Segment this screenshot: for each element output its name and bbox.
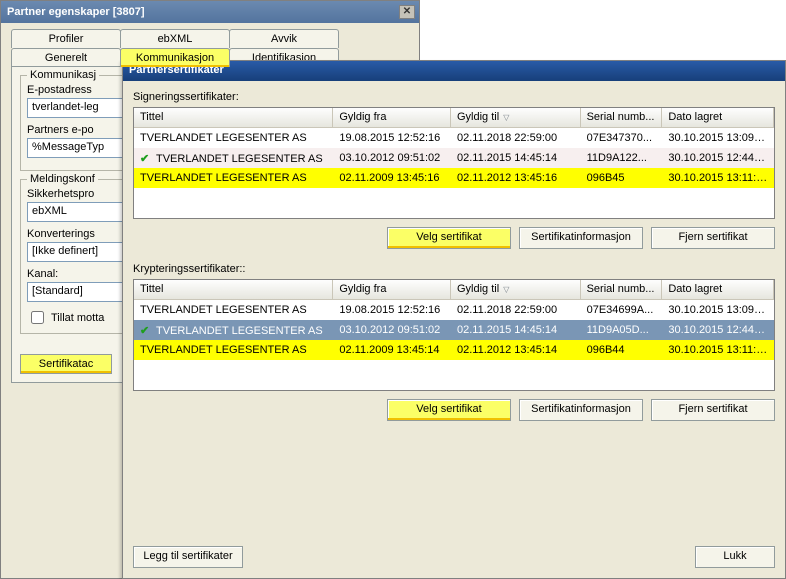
sort-indicator-icon: ▽ bbox=[503, 285, 509, 294]
parent-titlebar: Partner egenskaper [3807] ✕ bbox=[1, 1, 419, 23]
sertifikat-info-button-sign[interactable]: Sertifikatinformasjon bbox=[519, 227, 643, 249]
cert-footer: Legg til sertifikater Lukk bbox=[133, 546, 775, 568]
sertifikat-info-button-enc[interactable]: Sertifikatinformasjon bbox=[519, 399, 643, 421]
encrypt-button-row: Velg sertifikat Sertifikatinformasjon Fj… bbox=[133, 399, 775, 421]
tillat-label: Tillat motta bbox=[51, 312, 104, 324]
cert-dialog: Partnersertifikater Signeringssertifikat… bbox=[122, 60, 786, 579]
signing-listview[interactable]: Tittel Gyldig fra Gyldig til▽ Serial num… bbox=[133, 107, 775, 219]
col-serial[interactable]: Serial numb... bbox=[581, 280, 663, 299]
legg-til-sertifikater-button[interactable]: Legg til sertifikater bbox=[133, 546, 243, 568]
velg-sertifikat-button-enc[interactable]: Velg sertifikat bbox=[387, 399, 511, 421]
check-icon: ✔ bbox=[140, 324, 152, 337]
cell-tittel: TVERLANDET LEGESENTER AS bbox=[140, 132, 307, 144]
lukk-button[interactable]: Lukk bbox=[695, 546, 775, 568]
cell-serial: 096B45 bbox=[581, 170, 663, 186]
cell-serial: 096B44 bbox=[581, 342, 663, 358]
cell-dato: 30.10.2015 13:09:43 bbox=[662, 130, 774, 146]
cell-tittel: TVERLANDET LEGESENTER AS bbox=[156, 153, 323, 165]
cell-gyldig-til: 02.11.2012 13:45:14 bbox=[451, 342, 581, 358]
fjern-sertifikat-button-sign[interactable]: Fjern sertifikat bbox=[651, 227, 775, 249]
col-gyldig-fra[interactable]: Gyldig fra bbox=[333, 280, 451, 299]
col-gyldig-til[interactable]: Gyldig til▽ bbox=[451, 280, 581, 299]
cell-gyldig-fra: 03.10.2012 09:51:02 bbox=[333, 150, 451, 166]
cell-gyldig-til: 02.11.2018 22:59:00 bbox=[451, 302, 581, 318]
col-gyldig-til[interactable]: Gyldig til▽ bbox=[451, 108, 581, 127]
cell-gyldig-til: 02.11.2015 14:45:14 bbox=[451, 150, 581, 166]
col-gyldig-fra[interactable]: Gyldig fra bbox=[333, 108, 451, 127]
table-row[interactable]: TVERLANDET LEGESENTER AS 02.11.2009 13:45… bbox=[134, 340, 774, 360]
table-row[interactable]: TVERLANDET LEGESENTER AS 19.08.2015 12:52… bbox=[134, 128, 774, 148]
group-kommunikasjon-title: Kommunikasj bbox=[27, 69, 99, 81]
col-tittel[interactable]: Tittel bbox=[134, 280, 333, 299]
tab-row-1: Profiler ebXML Avvik bbox=[11, 29, 419, 48]
group-meldingskonf-title: Meldingskonf bbox=[27, 173, 98, 185]
tab-ebxml[interactable]: ebXML bbox=[120, 29, 230, 48]
cell-gyldig-fra: 19.08.2015 12:52:16 bbox=[333, 130, 451, 146]
tab-generelt[interactable]: Generelt bbox=[11, 48, 121, 67]
sort-indicator-icon: ▽ bbox=[503, 113, 509, 122]
cell-tittel: TVERLANDET LEGESENTER AS bbox=[140, 172, 307, 184]
cell-gyldig-fra: 03.10.2012 09:51:02 bbox=[333, 322, 451, 338]
table-row[interactable]: TVERLANDET LEGESENTER AS 19.08.2015 12:52… bbox=[134, 300, 774, 320]
signing-cert-label: Signeringssertifikater: bbox=[133, 91, 775, 103]
col-dato[interactable]: Dato lagret bbox=[662, 108, 774, 127]
encrypt-cert-label: Krypteringssertifikater:: bbox=[133, 263, 775, 275]
check-icon: ✔ bbox=[140, 152, 152, 165]
cell-serial: 11D9A122... bbox=[581, 150, 663, 166]
velg-sertifikat-button-sign[interactable]: Velg sertifikat bbox=[387, 227, 511, 249]
cell-gyldig-til: 02.11.2015 14:45:14 bbox=[451, 322, 581, 338]
table-row[interactable]: TVERLANDET LEGESENTER AS 02.11.2009 13:45… bbox=[134, 168, 774, 188]
sertifikat-button[interactable]: Sertifikatac bbox=[20, 354, 112, 374]
cell-tittel: TVERLANDET LEGESENTER AS bbox=[140, 304, 307, 316]
cell-serial: 07E34699A... bbox=[581, 302, 663, 318]
signing-button-row: Velg sertifikat Sertifikatinformasjon Fj… bbox=[133, 227, 775, 249]
table-row[interactable]: ✔ TVERLANDET LEGESENTER AS 03.10.2012 09:5… bbox=[134, 320, 774, 340]
col-tittel[interactable]: Tittel bbox=[134, 108, 333, 127]
cell-tittel: TVERLANDET LEGESENTER AS bbox=[140, 344, 307, 356]
cell-dato: 30.10.2015 13:11:08 bbox=[662, 170, 774, 186]
cell-gyldig-fra: 02.11.2009 13:45:16 bbox=[333, 170, 451, 186]
fjern-sertifikat-button-enc[interactable]: Fjern sertifikat bbox=[651, 399, 775, 421]
cell-serial: 11D9A05D... bbox=[581, 322, 663, 338]
encrypt-listview-header: Tittel Gyldig fra Gyldig til▽ Serial num… bbox=[134, 280, 774, 300]
col-dato[interactable]: Dato lagret bbox=[662, 280, 774, 299]
cell-serial: 07E347370... bbox=[581, 130, 663, 146]
cell-gyldig-til: 02.11.2012 13:45:16 bbox=[451, 170, 581, 186]
cell-dato: 30.10.2015 12:44:39 bbox=[662, 322, 774, 338]
close-icon[interactable]: ✕ bbox=[399, 5, 415, 19]
tillat-checkbox[interactable] bbox=[31, 311, 44, 324]
tab-avvik[interactable]: Avvik bbox=[229, 29, 339, 48]
col-serial[interactable]: Serial numb... bbox=[581, 108, 663, 127]
cell-dato: 30.10.2015 13:11:08 bbox=[662, 342, 774, 358]
tab-profiler[interactable]: Profiler bbox=[11, 29, 121, 48]
parent-title: Partner egenskaper [3807] bbox=[7, 6, 145, 18]
encrypt-listview[interactable]: Tittel Gyldig fra Gyldig til▽ Serial num… bbox=[133, 279, 775, 391]
cell-tittel: TVERLANDET LEGESENTER AS bbox=[156, 325, 323, 337]
cell-dato: 30.10.2015 13:09:43 bbox=[662, 302, 774, 318]
tab-kommunikasjon[interactable]: Kommunikasjon bbox=[120, 48, 230, 67]
cell-gyldig-til: 02.11.2018 22:59:00 bbox=[451, 130, 581, 146]
table-row[interactable]: ✔ TVERLANDET LEGESENTER AS 03.10.2012 09:5… bbox=[134, 148, 774, 168]
cell-gyldig-fra: 19.08.2015 12:52:16 bbox=[333, 302, 451, 318]
cell-gyldig-fra: 02.11.2009 13:45:14 bbox=[333, 342, 451, 358]
cell-dato: 30.10.2015 12:44:39 bbox=[662, 150, 774, 166]
signing-listview-header: Tittel Gyldig fra Gyldig til▽ Serial num… bbox=[134, 108, 774, 128]
